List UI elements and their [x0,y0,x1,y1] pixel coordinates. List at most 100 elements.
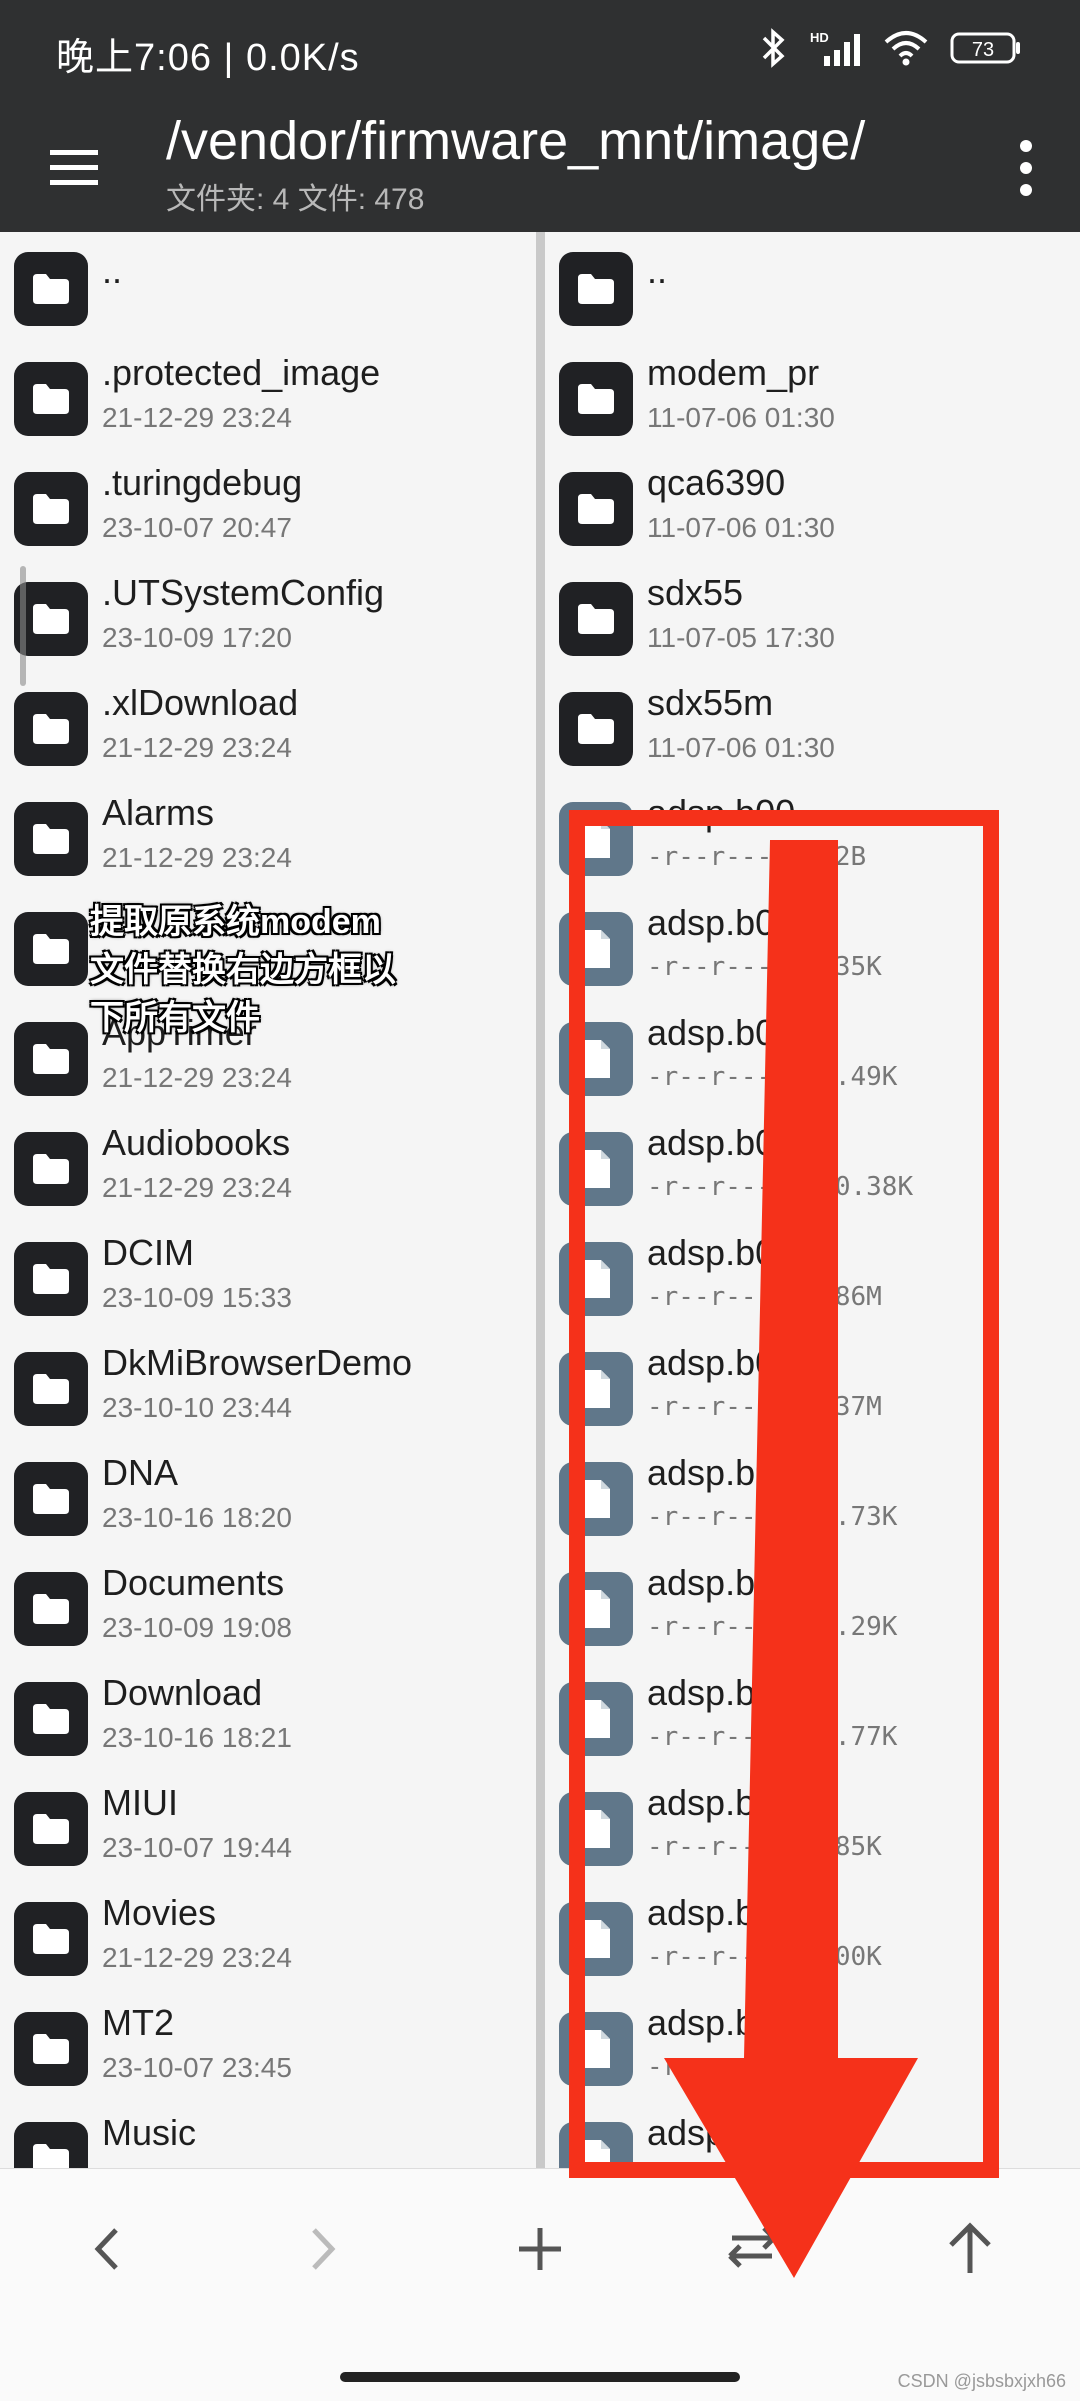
back-icon[interactable] [68,2209,148,2289]
left-pane-scrollbar[interactable] [20,566,26,686]
list-item[interactable]: Download 23-10-16 18:21 [0,1662,536,1772]
list-item[interactable]: Movies 21-12-29 23:24 [0,1882,536,1992]
list-item[interactable]: adsp.b00 -r--r---- 692B [545,782,1080,892]
bluetooth-icon [760,28,788,68]
item-name: Music [102,2112,197,2153]
list-item[interactable]: adsp.b0 -r--r---- 37.73K [545,1442,1080,1552]
item-meta: 23-10-09 19:08 [102,1612,292,1643]
list-item[interactable]: Audiobooks 21-12-29 23:24 [0,1112,536,1222]
folder-icon [559,692,633,766]
item-name: MT2 [102,2002,174,2043]
item-meta: -r--r---- 1.86M [647,1282,882,1312]
item-meta: 11-07-05 17:30 [647,622,835,653]
list-item[interactable]: .. [545,232,1080,342]
list-item[interactable]: adsp.b -r--r---- 6.00K [545,1882,1080,1992]
item-name: .turingdebug [102,462,303,503]
list-item[interactable]: Documents 23-10-09 19:08 [0,1552,536,1662]
item-name: DCIM [102,1232,194,1273]
item-meta: -r--r---- 7.35K [647,952,882,982]
list-item[interactable]: sdx55 11-07-05 17:30 [545,562,1080,672]
file-icon [559,1462,633,1536]
item-meta: 11-07-06 01:30 [647,402,835,433]
list-item[interactable]: modem_pr 11-07-06 01:30 [545,342,1080,452]
file-icon [559,2012,633,2086]
list-item[interactable]: Alarms 21-12-29 23:24 [0,782,536,892]
list-item[interactable]: DNA 23-10-16 18:20 [0,1442,536,1552]
list-item[interactable]: MT2 23-10-07 23:45 [0,1992,536,2102]
item-meta: 11-07-06 01:30 [647,732,835,763]
list-item[interactable]: adsp. [545,2102,1080,2168]
item-name: Documents [102,1562,285,1603]
item-meta: 23-10-07 19:44 [102,1832,292,1863]
item-meta: 21-12-29 23:24 [102,1942,292,1973]
file-icon [559,1242,633,1316]
list-item[interactable]: qca6390 11-07-06 01:30 [545,452,1080,562]
item-name: adsp.b0 [647,1342,776,1383]
item-name: sdx55m [647,682,774,723]
pane-divider[interactable] [536,232,545,2168]
status-bar: 晚上7:06 | 0.0K/s HD 73 [0,0,1080,104]
list-item[interactable]: .UTSystemConfig 23-10-09 17:20 [0,562,536,672]
left-file-pane[interactable]: .. .protected_image 21-12-29 23:24 .turingd… [0,232,536,2168]
more-options-icon[interactable] [1000,132,1052,204]
item-name: adsp. [647,2112,736,2153]
list-item[interactable]: adsp.b -r [545,1992,1080,2102]
add-icon[interactable] [500,2209,580,2289]
folder-icon [14,1902,88,1976]
status-icons: HD 73 [760,28,1022,68]
item-name: MIUI [102,1782,178,1823]
item-name: .. [102,250,123,291]
item-name: adsp.b0 [647,1782,776,1823]
forward-icon[interactable] [282,2209,362,2289]
list-item[interactable]: sdx55m 11-07-06 01:30 [545,672,1080,782]
annotation-line: 下所有文件 [89,998,261,1038]
list-item[interactable]: .protected_image 21-12-29 23:24 [0,342,536,452]
list-item[interactable]: .. [0,232,536,342]
item-name: .protected_image [102,352,381,393]
folder-icon [14,1792,88,1866]
list-item[interactable]: adsp.b0 -r--r---- 7.35K [545,892,1080,1002]
up-icon[interactable] [930,2209,1010,2289]
file-icon [559,1572,633,1646]
item-meta: 23-10-16 18:21 [102,1722,292,1753]
list-item[interactable]: adsp.b0 -r--r---- 80.49K [545,1002,1080,1112]
file-icon [559,1792,633,1866]
item-meta: -r--r---- 37.73K [647,1502,898,1532]
list-item[interactable]: adsp.b0 -r--r---- 28.29K [545,1552,1080,1662]
list-item[interactable]: adsp.b0 -r--r---- 350.38K [545,1112,1080,1222]
folder-icon [14,472,88,546]
item-name: adsp.b [647,1892,756,1933]
list-item[interactable]: MIUI 23-10-07 19:44 [0,1772,536,1882]
item-meta: 11-07-06 01:30 [647,512,835,543]
gesture-bar[interactable] [340,2372,740,2382]
current-path: /vendor/firmware_mnt/image/ [166,111,866,171]
item-meta: 23-10-07 20:47 [102,512,292,543]
file-icon [559,1902,633,1976]
folder-icon [14,692,88,766]
list-item[interactable]: DkMiBrowserDemo 23-10-10 23:44 [0,1332,536,1442]
item-meta: 21-12-29 23:24 [102,1062,292,1093]
item-name: Alarms [102,792,215,833]
folder-icon [14,1572,88,1646]
item-meta: 21-12-29 23:24 [102,732,292,763]
item-meta: -r--r---- 23.77K [647,1722,898,1752]
list-item[interactable]: adsp.b0 -r--r---- 1.86M [545,1222,1080,1332]
list-item[interactable]: .turingdebug 23-10-07 20:47 [0,452,536,562]
list-item[interactable]: adsp.b0 -r--r---- 23.77K [545,1662,1080,1772]
folder-icon [14,362,88,436]
menu-icon[interactable] [44,138,104,198]
bottom-navigation [0,2168,1080,2401]
list-item[interactable]: adsp.b0 -r--r---- 2.37M [545,1332,1080,1442]
list-item[interactable]: DCIM 23-10-09 15:33 [0,1222,536,1332]
swap-icon[interactable] [712,2209,792,2289]
item-name: adsp.b0 [647,1562,776,1603]
item-name: adsp.b00 [647,792,796,833]
item-name: .. [647,250,668,291]
list-item[interactable]: adsp.b0 -r--r---- 2.85K [545,1772,1080,1882]
list-item[interactable]: .xlDownload 21-12-29 23:24 [0,672,536,782]
file-icon [559,1352,633,1426]
right-file-pane[interactable]: .. modem_pr 11-07-06 01:30 qca6390 11-07-06 … [545,232,1080,2168]
watermark: CSDN @jsbsbxjxh66 [897,2371,1066,2391]
list-item[interactable]: Music [0,2102,536,2168]
folder-file-count: 文件夹: 4 文件: 478 [166,183,425,216]
